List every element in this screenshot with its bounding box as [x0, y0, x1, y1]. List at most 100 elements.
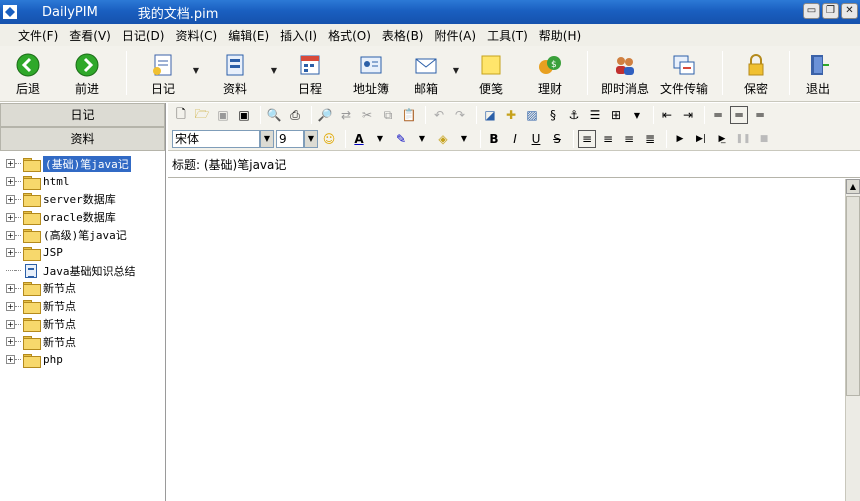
tree-node[interactable]: + (高级)笔java记 [0, 226, 165, 244]
double-line-icon[interactable]: ═ [751, 106, 769, 124]
scroll-thumb[interactable] [846, 196, 860, 396]
play-icon[interactable]: ▶ [671, 130, 689, 148]
anchor-icon[interactable]: ⚓ [565, 106, 583, 124]
diary-tab[interactable]: 日记 [0, 103, 165, 127]
minimize-button[interactable]: ▭ [803, 3, 820, 19]
file-transfer-button[interactable]: 文件传输 [654, 46, 714, 98]
emoticon-icon[interactable]: ☺ [320, 130, 338, 148]
mail-dropdown-icon[interactable]: ▼ [451, 46, 461, 75]
fill-color-icon[interactable]: ◈ [434, 130, 452, 148]
list-icon[interactable]: ☰ [586, 106, 604, 124]
print-preview-icon[interactable]: 🔍 [265, 106, 283, 124]
menu-file[interactable]: 文件(F) [18, 27, 58, 44]
replace-icon[interactable]: ⇄ [337, 106, 355, 124]
instant-message-button[interactable]: 即时消息 [596, 46, 654, 98]
exit-button[interactable]: 退出 [798, 46, 838, 98]
tree-node[interactable]: + JSP [0, 244, 165, 262]
underline-icon[interactable]: U [527, 130, 545, 148]
menu-help[interactable]: 帮助(H) [539, 27, 581, 44]
justify-icon[interactable]: ≣ [641, 130, 659, 148]
note-button[interactable]: 便笺 [461, 46, 521, 98]
font-size-field[interactable]: 9 [276, 129, 304, 148]
expand-icon[interactable]: + [6, 337, 15, 347]
secure-button[interactable]: 保密 [731, 46, 781, 98]
diary-dropdown-icon[interactable]: ▼ [191, 46, 201, 75]
find-icon[interactable]: 🔎 [316, 106, 334, 124]
schedule-button[interactable]: 日程 [279, 46, 341, 98]
expand-icon[interactable]: + [6, 212, 15, 222]
step-icon[interactable]: ▶| [692, 130, 710, 148]
menu-diary[interactable]: 日记(D) [122, 27, 165, 44]
paste-icon[interactable]: 📋 [400, 106, 418, 124]
expand-icon[interactable]: + [6, 319, 15, 329]
font-color-icon[interactable]: A [350, 130, 368, 148]
data-button[interactable]: 资料 [201, 46, 269, 98]
tree-node[interactable]: Java基础知识总结 [0, 262, 165, 280]
expand-icon[interactable]: + [6, 159, 15, 169]
tree-node[interactable]: + php [0, 351, 165, 369]
menu-tools[interactable]: 工具(T) [487, 27, 528, 44]
redo-icon[interactable]: ↷ [451, 106, 469, 124]
align-right-icon[interactable]: ≡ [620, 130, 638, 148]
fill-color-dropdown-icon[interactable]: ▼ [455, 130, 473, 148]
new-document-icon[interactable]: 🗋 [172, 106, 190, 124]
bold-icon[interactable]: B [485, 130, 503, 148]
editor-scrollbar[interactable]: ▲ [845, 179, 860, 501]
align-center-icon[interactable]: ≡ [599, 130, 617, 148]
horizontal-rule-icon[interactable]: ═ [709, 106, 727, 124]
menu-data[interactable]: 资料(C) [175, 27, 217, 44]
tree-node[interactable]: + html [0, 173, 165, 191]
menu-table[interactable]: 表格(B) [382, 27, 424, 44]
save-icon[interactable]: ▣ [214, 106, 232, 124]
expand-icon[interactable]: + [6, 355, 15, 365]
table-dropdown-icon[interactable]: ▼ [628, 106, 646, 124]
print-icon[interactable]: ⎙ [286, 106, 304, 124]
finance-button[interactable]: $ 理财 [521, 46, 579, 98]
save-all-icon[interactable]: ▣ [235, 106, 253, 124]
open-folder-icon[interactable]: 🗁 [193, 106, 211, 124]
address-book-button[interactable]: 地址簿 [341, 46, 401, 98]
highlight-dropdown-icon[interactable]: ▼ [413, 130, 431, 148]
tree-node[interactable]: + (基础)笔java记 [0, 154, 165, 173]
font-name-field[interactable]: 宋体 [172, 129, 260, 148]
expand-icon[interactable]: + [6, 283, 15, 293]
indent-icon[interactable]: ⇥ [679, 106, 697, 124]
data-tab[interactable]: 资料 [0, 127, 165, 151]
strikethrough-icon[interactable]: S [548, 130, 566, 148]
restore-button[interactable]: ❐ [822, 3, 839, 19]
align-left-icon[interactable]: ≡ [578, 129, 596, 148]
expand-icon[interactable]: + [6, 301, 15, 311]
insert-object-icon[interactable]: ✚ [502, 106, 520, 124]
expand-icon[interactable]: + [6, 230, 15, 240]
menu-insert[interactable]: 插入(I) [280, 27, 317, 44]
close-button[interactable]: ✕ [841, 3, 858, 19]
tree-node[interactable]: + 新节点 [0, 333, 165, 351]
insert-link-icon[interactable]: ◪ [481, 106, 499, 124]
copy-icon[interactable]: ⧉ [379, 106, 397, 124]
scroll-up-icon[interactable]: ▲ [846, 179, 860, 194]
undo-icon[interactable]: ↶ [430, 106, 448, 124]
expand-icon[interactable]: + [6, 177, 15, 187]
tree-node[interactable]: + oracle数据库 [0, 208, 165, 226]
menu-edit[interactable]: 编辑(E) [228, 27, 269, 44]
italic-icon[interactable]: I [506, 130, 524, 148]
insert-symbol-icon[interactable]: § [544, 106, 562, 124]
tree-node[interactable]: + 新节点 [0, 315, 165, 333]
menu-view[interactable]: 查看(V) [69, 27, 111, 44]
menu-format[interactable]: 格式(O) [328, 27, 371, 44]
record-icon[interactable]: ▶̲ [713, 130, 731, 148]
tree-node[interactable]: + 新节点 [0, 280, 165, 298]
data-dropdown-icon[interactable]: ▼ [269, 46, 279, 75]
back-button[interactable]: 后退 [0, 46, 56, 98]
outdent-icon[interactable]: ⇤ [658, 106, 676, 124]
stop-icon[interactable]: ■ [755, 130, 773, 148]
menu-attachment[interactable]: 附件(A) [435, 27, 477, 44]
expand-icon[interactable]: + [6, 248, 15, 258]
table-icon[interactable]: ⊞ [607, 106, 625, 124]
editor-area[interactable] [168, 179, 845, 501]
insert-image-icon[interactable]: ▨ [523, 106, 541, 124]
tree-node[interactable]: + 新节点 [0, 297, 165, 315]
forward-button[interactable]: 前进 [56, 46, 118, 98]
horizontal-line-boxed-icon[interactable]: ═ [730, 106, 748, 124]
highlight-icon[interactable]: ✎ [392, 130, 410, 148]
